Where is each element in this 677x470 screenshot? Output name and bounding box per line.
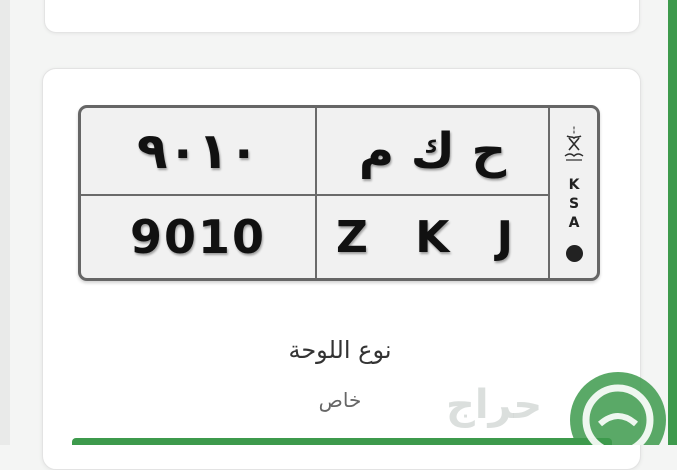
plate-arabic-letters: ح ك م <box>358 123 507 179</box>
left-edge <box>0 0 10 445</box>
plate-arabic-numbers: ٩٠١٠ <box>136 122 260 180</box>
plate-type-value: خاص <box>318 388 362 412</box>
plate-type-label: نوع اللوحة <box>288 336 392 364</box>
license-plate: ٩٠١٠ ح ك م 9010 Z K J KSA <box>78 105 600 281</box>
previous-card <box>44 0 640 33</box>
plate-divider-ksa <box>548 108 550 278</box>
plate-english-numbers: 9010 <box>129 210 267 264</box>
action-button-edge[interactable] <box>72 438 612 445</box>
plate-english-letters: Z K J <box>335 211 529 263</box>
saudi-emblem-icon <box>564 126 584 161</box>
plate-country-column: KSA <box>552 108 597 278</box>
watermark-text: حراج <box>446 382 543 428</box>
plate-country-code: KSA <box>568 177 580 231</box>
haraj-logo-icon <box>570 372 666 445</box>
plate-rivet <box>566 245 583 262</box>
